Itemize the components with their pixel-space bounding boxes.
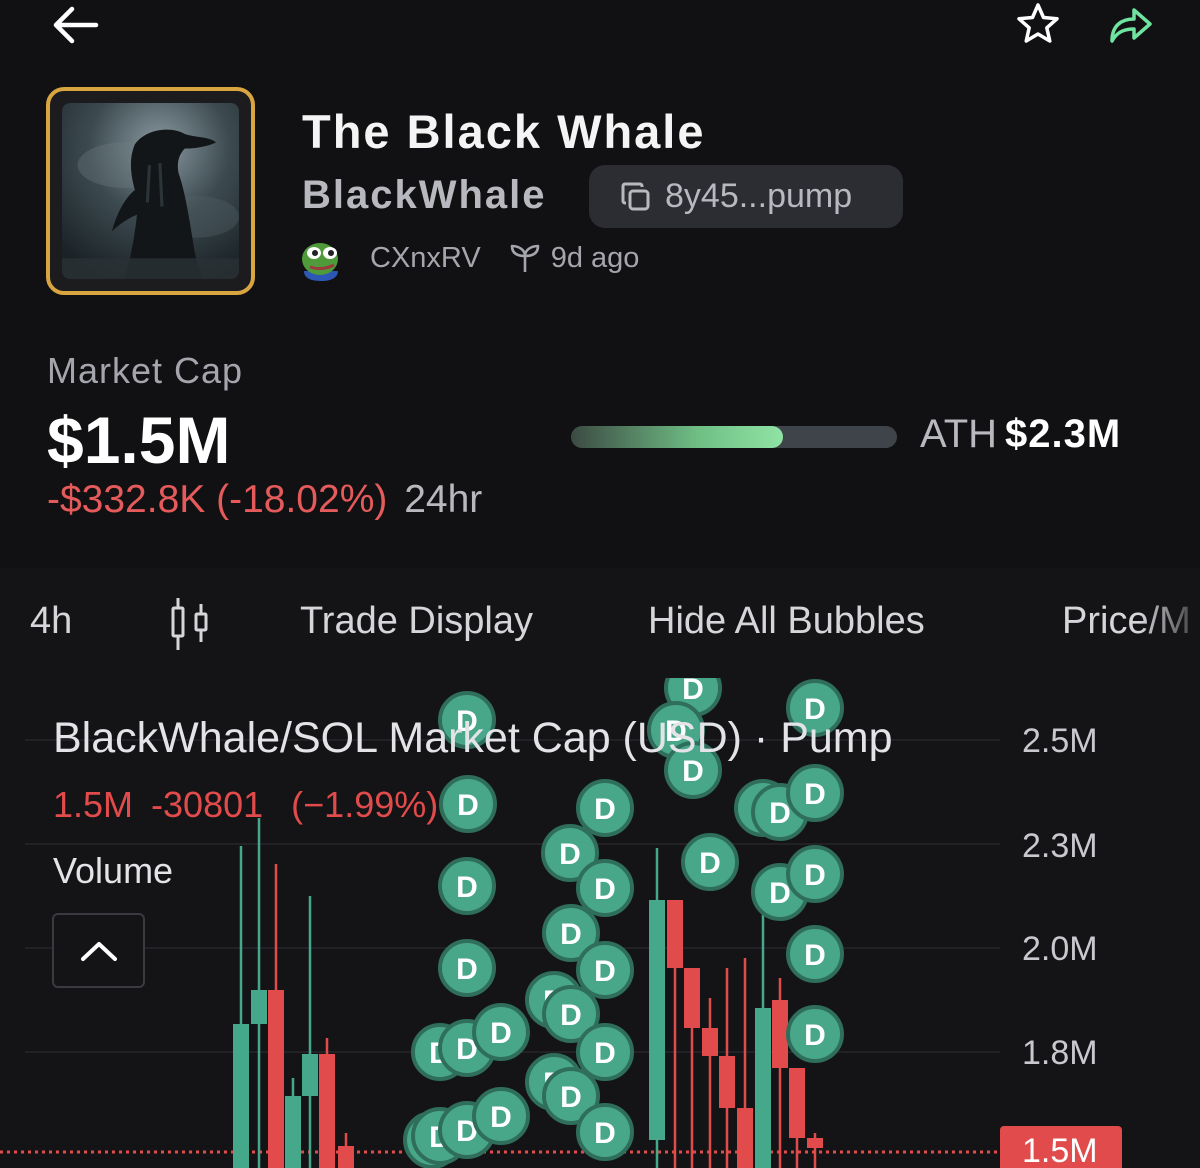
copy-icon xyxy=(619,180,653,214)
creator-name[interactable]: CXnxRV xyxy=(370,242,481,275)
trade-bubble-label: D xyxy=(560,1081,582,1114)
sprout-icon xyxy=(509,242,541,274)
candle-body xyxy=(807,1138,823,1148)
trade-bubble-label: D xyxy=(804,859,826,892)
candle-body xyxy=(233,1024,249,1168)
token-symbol: BlackWhale xyxy=(302,173,547,217)
ath-progress-fill xyxy=(571,426,783,448)
trade-bubble-label: D xyxy=(457,789,479,822)
chart-last-value: 1.5M xyxy=(53,784,134,825)
chart-change-abs: -30801 xyxy=(151,784,264,825)
current-price-label: 1.5M xyxy=(1000,1126,1122,1168)
chart-panel: 4h Trade Display Hide All Bubbles Price/… xyxy=(0,568,1200,1168)
candle-body xyxy=(302,1054,318,1096)
candlestick-icon xyxy=(171,598,208,650)
arrow-left-icon xyxy=(53,6,99,44)
trade-bubble-label: D xyxy=(594,793,616,826)
market-cap-label: Market Cap xyxy=(47,350,244,391)
candle-body xyxy=(737,1108,753,1168)
market-cap-change: -$332.8K (-18.02%) 24hr xyxy=(47,478,482,522)
trade-bubble-label: D xyxy=(490,1101,512,1134)
share-button[interactable] xyxy=(1102,0,1158,48)
candle-body xyxy=(285,1096,301,1168)
y-axis-label: 2.0M xyxy=(1022,930,1098,968)
candle-body xyxy=(319,1054,335,1168)
top-bar xyxy=(0,0,1200,60)
chart-title: BlackWhale/SOL Market Cap (USD) · Pump xyxy=(53,714,893,762)
chevron-up-icon xyxy=(80,941,117,961)
creator-row: CXnxRV 9d ago xyxy=(300,234,639,282)
token-image xyxy=(46,87,255,295)
candle-body xyxy=(755,1008,771,1168)
market-cap-value: $1.5M xyxy=(47,403,231,477)
trade-bubble-label: D xyxy=(560,999,582,1032)
favorite-button[interactable] xyxy=(1010,0,1066,48)
trade-bubble-label: D xyxy=(594,1117,616,1150)
trade-bubble-label: D xyxy=(559,838,581,871)
contract-address: 8y45...pump xyxy=(665,177,853,215)
chart-toolbar: 4h Trade Display Hide All Bubbles Price/… xyxy=(0,568,1200,678)
toolbar-fade xyxy=(1140,568,1200,678)
chart-ohlc-readout: 1.5M -30801 (−1.99%) xyxy=(53,784,438,826)
candle-body xyxy=(702,1028,718,1056)
candle-body xyxy=(649,900,665,1140)
trade-bubble-label: D xyxy=(456,953,478,986)
ath-label: ATH $2.3M xyxy=(920,412,1121,457)
trade-bubble-label: D xyxy=(804,939,826,972)
y-axis-label: 1.8M xyxy=(1022,1034,1098,1072)
token-age: 9d ago xyxy=(550,241,640,274)
y-axis-label: 2.3M xyxy=(1022,827,1098,865)
interval-selector[interactable]: 4h xyxy=(30,600,72,643)
trade-bubble-label: D xyxy=(682,678,704,706)
collapse-legend-button[interactable] xyxy=(52,913,145,988)
chart-change-pct: (−1.99%) xyxy=(291,784,439,825)
trade-bubble-label: D xyxy=(560,918,582,951)
star-outline-icon xyxy=(1017,3,1059,43)
change-amount: -$332.8K (-18.02%) xyxy=(47,478,388,521)
change-period: 24hr xyxy=(404,478,483,521)
candle-body xyxy=(667,900,683,968)
trade-bubble-label: D xyxy=(804,1019,826,1052)
ath-progress-bar xyxy=(571,426,897,448)
ath-text: ATH xyxy=(920,412,998,456)
trade-bubble-label: D xyxy=(699,847,721,880)
trade-bubble-label: D xyxy=(456,871,478,904)
candle-body xyxy=(789,1068,805,1138)
trade-display-toggle[interactable]: Trade Display xyxy=(300,600,533,643)
candle-body xyxy=(684,968,700,1028)
token-name: The Black Whale xyxy=(302,105,706,158)
trade-bubble-label: D xyxy=(594,955,616,988)
share-arrow-icon xyxy=(1110,8,1152,43)
trade-bubble-label: D xyxy=(594,873,616,906)
ath-value: $2.3M xyxy=(1005,412,1122,456)
trade-bubble-label: D xyxy=(490,1017,512,1050)
candle-body xyxy=(719,1056,735,1108)
contract-address-copy-button[interactable]: 8y45...pump xyxy=(589,165,903,228)
creator-avatar[interactable] xyxy=(300,235,342,281)
candle-body xyxy=(251,990,267,1024)
hide-bubbles-toggle[interactable]: Hide All Bubbles xyxy=(648,600,925,643)
trade-bubble-label: D xyxy=(804,778,826,811)
token-artwork xyxy=(62,103,239,279)
back-button[interactable] xyxy=(46,2,104,48)
y-axis-label: 2.5M xyxy=(1022,722,1098,760)
candle-body xyxy=(268,990,284,1168)
trade-bubble-label: D xyxy=(594,1037,616,1070)
candle-body xyxy=(338,1146,354,1168)
candle-body xyxy=(772,1000,788,1068)
volume-label: Volume xyxy=(53,850,174,891)
chart-type-button[interactable] xyxy=(168,596,214,662)
